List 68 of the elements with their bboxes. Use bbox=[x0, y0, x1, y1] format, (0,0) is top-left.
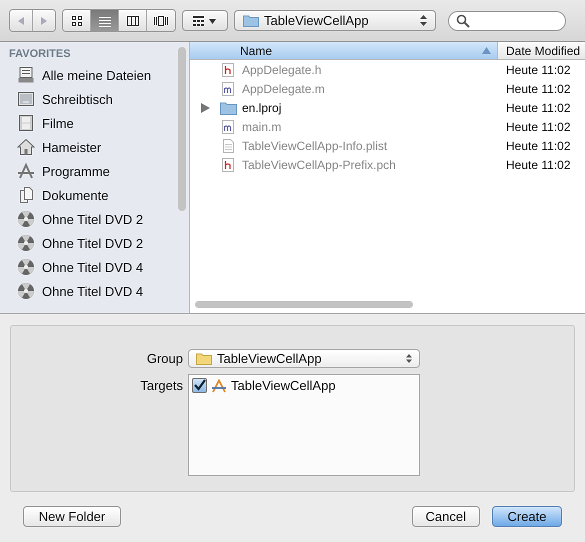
arrange-button[interactable] bbox=[182, 10, 228, 31]
column-header[interactable]: Name bbox=[190, 42, 498, 59]
search-icon bbox=[456, 14, 470, 28]
forward-icon bbox=[39, 16, 49, 26]
back-icon bbox=[16, 16, 26, 26]
disc-icon bbox=[17, 234, 35, 252]
list-icon bbox=[98, 14, 112, 26]
arrange-icon bbox=[193, 16, 217, 26]
header-file-icon bbox=[220, 158, 237, 172]
view-mode-button[interactable] bbox=[63, 10, 91, 31]
house-icon bbox=[17, 138, 35, 156]
app-target-icon bbox=[211, 378, 227, 392]
stepper-icon bbox=[406, 354, 412, 363]
search-field[interactable] bbox=[448, 10, 566, 30]
disclosure-triangle-icon[interactable] bbox=[201, 102, 210, 112]
document-icon bbox=[17, 186, 35, 204]
film-icon bbox=[17, 114, 35, 132]
sidebar-item[interactable]: Ohne Titel DVD 4 bbox=[0, 255, 189, 279]
sidebar-item[interactable]: Schreibtisch bbox=[0, 87, 189, 111]
sidebar-heading: FAVORITES bbox=[8, 47, 72, 62]
sidebar-item[interactable]: Hameister bbox=[0, 135, 189, 159]
create-button[interactable]: Create bbox=[492, 506, 562, 527]
date-cell-text: Heute 11:02 bbox=[505, 100, 570, 114]
sidebar-item[interactable]: Alle meine Dateien bbox=[0, 63, 189, 87]
sidebar-item[interactable]: Ohne Titel DVD 2 bbox=[0, 231, 189, 255]
new-folder-button[interactable]: New Folder bbox=[23, 506, 121, 527]
desktop-icon bbox=[17, 90, 35, 108]
date-cell-text: Heute 11:02 bbox=[505, 120, 570, 134]
date-cell-text: Heute 11:02 bbox=[505, 82, 570, 96]
checkbox[interactable] bbox=[192, 378, 207, 393]
sidebar-item[interactable]: Ohne Titel DVD 4 bbox=[0, 279, 189, 303]
compass-icon bbox=[17, 162, 35, 180]
folder-icon bbox=[220, 100, 237, 114]
target-name: TableViewCellApp bbox=[231, 378, 336, 393]
sidebar-item[interactable]: Programme bbox=[0, 159, 189, 183]
sidebar-item[interactable]: Filme bbox=[0, 111, 189, 135]
folder-icon bbox=[196, 352, 212, 365]
field-label: Targets bbox=[139, 377, 183, 393]
date-cell-text: Heute 11:02 bbox=[505, 158, 570, 172]
header-file-icon bbox=[220, 62, 237, 76]
field-label: Group bbox=[146, 351, 183, 366]
view-mode-button[interactable] bbox=[119, 10, 147, 31]
stepper-icon bbox=[420, 15, 427, 26]
disc-icon bbox=[17, 282, 35, 300]
date-cell-text: Heute 11:02 bbox=[505, 138, 570, 152]
group-popup[interactable]: TableViewCellApp bbox=[188, 349, 420, 368]
date-cell-text: Heute 11:02 bbox=[505, 62, 570, 76]
column-header[interactable]: Date Modified bbox=[498, 42, 585, 59]
source-file-icon bbox=[220, 82, 237, 96]
columns-icon bbox=[126, 14, 140, 26]
disc-icon bbox=[17, 258, 35, 276]
source-file-icon bbox=[220, 120, 237, 134]
scrollbar[interactable] bbox=[178, 47, 186, 211]
scrollbar[interactable] bbox=[195, 301, 413, 308]
sort-arrow-icon bbox=[482, 47, 491, 54]
grid-icon bbox=[70, 14, 82, 26]
sidebar-item[interactable]: Dokumente bbox=[0, 183, 189, 207]
drawer-icon bbox=[17, 66, 35, 84]
disc-icon bbox=[17, 210, 35, 228]
folder-icon bbox=[243, 14, 259, 27]
text-file-icon bbox=[220, 138, 237, 152]
cover-flow-icon bbox=[153, 14, 169, 26]
cancel-button[interactable]: Cancel bbox=[412, 506, 480, 527]
view-mode-button[interactable] bbox=[147, 10, 175, 31]
sidebar-item[interactable]: Ohne Titel DVD 2 bbox=[0, 207, 189, 231]
file-name[interactable]: en.lproj bbox=[242, 100, 282, 114]
location-popup[interactable]: TableViewCellApp bbox=[234, 10, 436, 31]
checkmark-icon bbox=[193, 379, 206, 392]
